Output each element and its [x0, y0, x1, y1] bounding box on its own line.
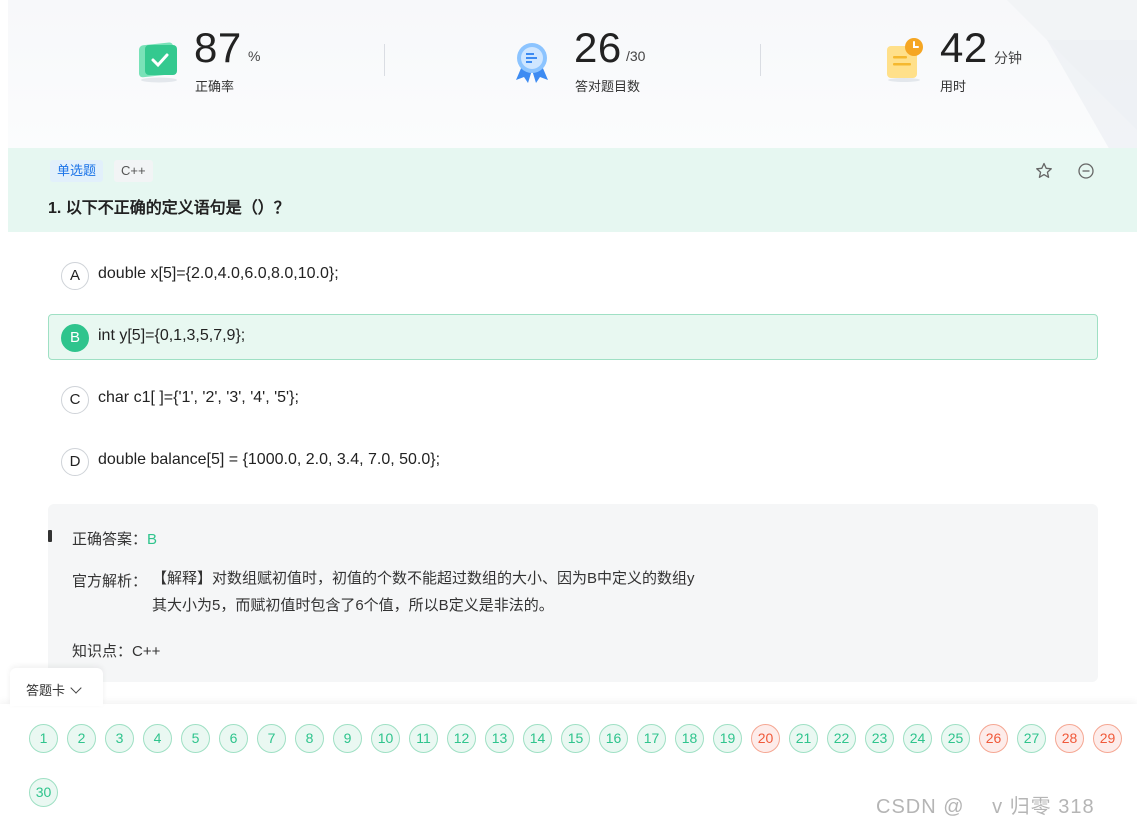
chevron-down-icon [70, 682, 82, 694]
time-unit: 分钟 [994, 50, 1022, 66]
question-number-button[interactable]: 1 [29, 724, 58, 753]
question-title: 1. 以下不正确的定义语句是（）？ [48, 200, 290, 217]
question-number-button[interactable]: 17 [637, 724, 666, 753]
watermark: CSDN @ v 归零 318 [876, 796, 1095, 818]
star-outline-icon[interactable] [1034, 161, 1054, 181]
question-number-button[interactable]: 15 [561, 724, 590, 753]
question-number-button[interactable]: 28 [1055, 724, 1084, 753]
question-number-button[interactable]: 3 [105, 724, 134, 753]
answer-card-label: 答题卡 [26, 683, 66, 698]
question-language-tag: C++ [114, 160, 153, 182]
option-letter: D [61, 448, 89, 476]
question-number-button[interactable]: 8 [295, 724, 324, 753]
question-number-button[interactable]: 21 [789, 724, 818, 753]
question-number-button[interactable]: 14 [523, 724, 552, 753]
correct-count-stat: 26 /30 答对题目数 [510, 22, 690, 102]
question-number-button[interactable]: 16 [599, 724, 628, 753]
question-number-button[interactable]: 12 [447, 724, 476, 753]
question-number-button[interactable]: 5 [181, 724, 210, 753]
question-number-button[interactable]: 11 [409, 724, 438, 753]
accuracy-unit: % [248, 48, 261, 64]
stat-divider [384, 44, 385, 76]
question-number-button[interactable]: 27 [1017, 724, 1046, 753]
question-number-button[interactable]: 7 [257, 724, 286, 753]
option-b[interactable]: B int y[5]={0,1,3,5,7,9}; [48, 314, 1098, 360]
question-number-button[interactable]: 29 [1093, 724, 1122, 753]
correct-count-label: 答对题目数 [575, 79, 641, 94]
option-letter: C [61, 386, 89, 414]
time-value: 42 [940, 24, 988, 71]
question-number-button[interactable]: 10 [371, 724, 400, 753]
clock-document-icon [887, 38, 923, 82]
time-label: 用时 [940, 79, 967, 94]
question-number-button[interactable]: 22 [827, 724, 856, 753]
correct-count-unit: /30 [626, 48, 646, 64]
question-number-button[interactable]: 18 [675, 724, 704, 753]
explanation-text: 【解释】对数组赋初值时，初值的个数不能超过数组的大小、因为B中定义的数组y 其大… [152, 565, 792, 619]
correct-answer-row: 正确答案：B [72, 528, 157, 549]
option-text: double balance[5] = {1000.0, 2.0, 3.4, 7… [98, 451, 441, 468]
accuracy-stat: 87 % 正确率 [136, 22, 296, 102]
option-d[interactable]: D double balance[5] = {1000.0, 2.0, 3.4,… [48, 438, 1098, 484]
award-medal-icon [516, 43, 548, 83]
option-text: int y[5]={0,1,3,5,7,9}; [98, 327, 246, 344]
question-type-tag: 单选题 [50, 160, 104, 182]
knowledge-row: 知识点：C++ [72, 640, 160, 661]
stats-header: 87 % 正确率 26 /30 答对题目数 42 分钟 用时 [8, 0, 1137, 148]
question-number-button[interactable]: 25 [941, 724, 970, 753]
knowledge-value: C++ [132, 643, 161, 660]
explanation-line: 【解释】对数组赋初值时，初值的个数不能超过数组的大小、因为B中定义的数组y [152, 570, 695, 587]
option-letter: B [61, 324, 89, 352]
question-number-button[interactable]: 30 [29, 778, 58, 807]
explanation-line: 其大小为5，而赋初值时包含了6个值，所以B定义是非法的。 [152, 597, 554, 614]
question-number-button[interactable]: 23 [865, 724, 894, 753]
stat-divider [760, 44, 761, 76]
knowledge-label: 知识点： [72, 643, 133, 660]
accuracy-label: 正确率 [195, 79, 235, 94]
correct-count-value: 26 [574, 24, 622, 71]
option-letter: A [61, 262, 89, 290]
section-marker [48, 530, 52, 542]
question-header: 单选题 C++ 1. 以下不正确的定义语句是（）？ [8, 148, 1137, 232]
accuracy-value: 87 [194, 24, 242, 71]
accuracy-icon [139, 42, 177, 83]
explanation-label: 官方解析： [72, 573, 148, 590]
question-number-button[interactable]: 13 [485, 724, 514, 753]
analysis-panel: 正确答案：B 官方解析： 【解释】对数组赋初值时，初值的个数不能超过数组的大小、… [48, 504, 1098, 682]
correct-answer-value: B [147, 531, 158, 548]
question-number-button[interactable]: 24 [903, 724, 932, 753]
question-number-button[interactable]: 4 [143, 724, 172, 753]
option-text: char c1[ ]={'1', '2', '3', '4', '5'}; [98, 389, 299, 406]
option-a[interactable]: A double x[5]={2.0,4.0,6.0,8.0,10.0}; [48, 252, 1098, 298]
option-c[interactable]: C char c1[ ]={'1', '2', '3', '4', '5'}; [48, 376, 1098, 422]
question-number-button[interactable]: 2 [67, 724, 96, 753]
minus-circle-icon[interactable] [1076, 161, 1096, 181]
option-text: double x[5]={2.0,4.0,6.0,8.0,10.0}; [98, 265, 339, 282]
correct-answer-label: 正确答案： [72, 531, 148, 548]
question-number-button[interactable]: 19 [713, 724, 742, 753]
question-number-button[interactable]: 9 [333, 724, 362, 753]
time-stat: 42 分钟 用时 [884, 22, 1064, 102]
question-number-button[interactable]: 20 [751, 724, 780, 753]
answer-card-toggle[interactable]: 答题卡 [10, 668, 103, 706]
question-number-button[interactable]: 26 [979, 724, 1008, 753]
question-number-button[interactable]: 6 [219, 724, 248, 753]
